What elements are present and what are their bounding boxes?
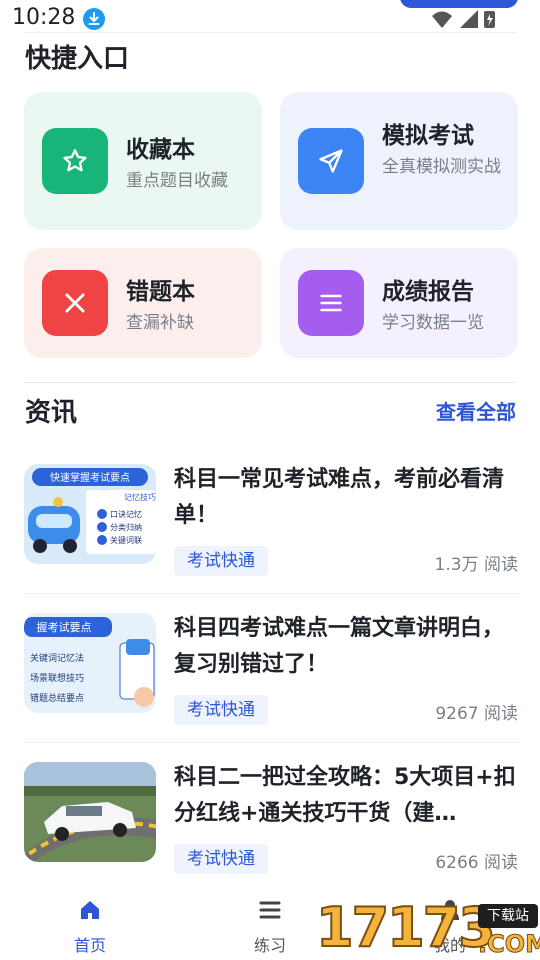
status-time: 10:28 [12,5,76,30]
news-thumbnail [24,762,156,862]
news-thumbnail: 握考试要点 关键词记忆法 场景联想技巧 错题总结要点 [24,613,156,713]
send-icon [319,149,343,173]
favorites-title: 收藏本 [126,137,195,163]
mock-exam-card[interactable]: 模拟考试 全真模拟测实战 [280,92,518,230]
score-report-icon-box [298,270,364,336]
view-all-link[interactable]: 查看全部 [436,396,516,425]
close-icon [65,293,85,313]
divider [24,32,516,33]
svg-text:口诀记忆: 口诀记忆 [110,509,142,519]
svg-text:错题总结要点: 错题总结要点 [30,692,84,704]
svg-text:关键词记忆法: 关键词记忆法 [30,652,84,664]
news-thumbnail: 快速掌握考试要点 记忆技巧 口诀记忆 分类归纳 关键词联 [24,464,156,564]
watermark-tag: 下载站 [478,904,538,928]
wifi-icon [432,11,452,28]
quick-access-title: 快捷入口 [25,44,130,74]
divider [24,382,516,383]
news-views: 6266 阅读 [435,853,518,873]
score-report-title: 成绩报告 [382,279,474,305]
wrong-questions-icon-box [42,270,108,336]
news-item[interactable]: 快速掌握考试要点 记忆技巧 口诀记忆 分类归纳 关键词联 科目一常见考试难点，考… [24,464,518,584]
watermark-number: 17173 [315,895,497,960]
favorites-card[interactable]: 收藏本 重点题目收藏 [24,92,262,230]
status-bar: 10:28 [0,0,540,36]
news-headline: 科目四考试难点一篇文章讲明白，复习别错过了！ [174,616,505,677]
svg-text:分类归纳: 分类归纳 [110,522,142,532]
news-title: 资讯 [25,398,78,428]
wrong-questions-card[interactable]: 错题本 查漏补缺 [24,248,262,358]
divider [24,593,518,594]
news-views: 1.3万 阅读 [434,555,518,575]
favorites-icon-box [42,128,108,194]
score-report-subtitle: 学习数据一览 [382,313,484,333]
list-icon [259,901,281,919]
notification-pill [400,0,518,8]
system-icons [430,8,510,30]
favorites-subtitle: 重点题目收藏 [126,171,228,191]
download-icon [83,8,105,30]
nav-home[interactable]: 首页 [40,888,140,960]
news-tag: 考试快通 [174,546,268,576]
signal-icon [460,10,478,28]
mock-exam-subtitle: 全真模拟测实战 [382,157,501,177]
thumb-banner: 握考试要点 [37,620,92,634]
thumb-banner: 快速掌握考试要点 [50,471,130,484]
divider [24,742,518,743]
mock-exam-icon-box [298,128,364,194]
svg-text:记忆技巧: 记忆技巧 [124,492,156,502]
watermark-suffix: .COM [477,930,540,959]
watermark-logo: 17173 下载站 .COM [315,895,540,960]
svg-text:关键词联: 关键词联 [110,535,142,545]
news-item[interactable]: 握考试要点 关键词记忆法 场景联想技巧 错题总结要点 科目四考试难点一篇文章讲明… [24,613,518,733]
news-tag: 考试快通 [174,695,268,725]
news-views: 9267 阅读 [435,704,518,724]
nav-practice-label: 练习 [253,936,286,955]
menu-icon [320,294,342,312]
home-icon [81,901,99,919]
nav-home-label: 首页 [73,936,106,955]
nav-practice[interactable]: 练习 [220,888,320,960]
news-headline: 科目一常见考试难点，考前必看清单！ [174,467,505,528]
svg-text:场景联想技巧: 场景联想技巧 [30,672,84,684]
news-tag: 考试快通 [174,844,268,874]
wrong-questions-title: 错题本 [126,279,195,305]
score-report-card[interactable]: 成绩报告 学习数据一览 [280,248,518,358]
wrong-questions-subtitle: 查漏补缺 [126,313,194,333]
news-headline: 科目二一把过全攻略：5大项目+扣分红线+通关技巧干货（建… [174,765,516,826]
mock-exam-title: 模拟考试 [382,123,474,149]
star-icon [63,149,87,172]
news-item[interactable]: 科目二一把过全攻略：5大项目+扣分红线+通关技巧干货（建… 考试快通 6266 … [24,762,518,882]
